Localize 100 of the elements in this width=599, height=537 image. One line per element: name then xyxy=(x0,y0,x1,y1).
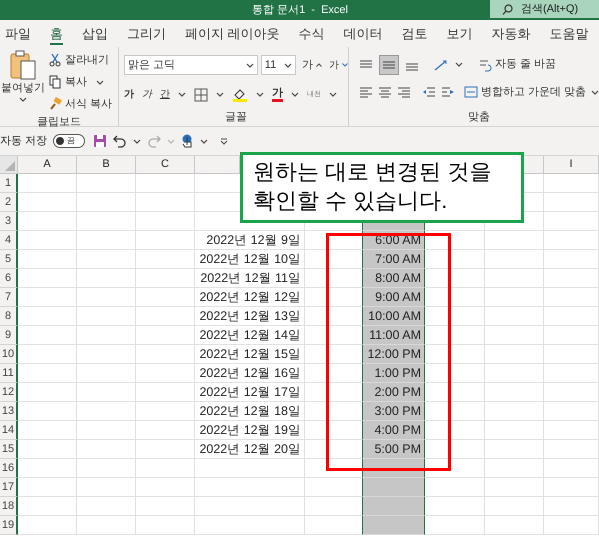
table-cell[interactable]: 2022년 12월 15일 xyxy=(195,345,305,364)
row-header[interactable]: 7 xyxy=(0,288,18,307)
italic-button[interactable]: 가 xyxy=(142,87,152,102)
wrap-text-button[interactable]: 자동 줄 바꿈 xyxy=(478,56,556,73)
window-title: 통합 문서1 - Excel xyxy=(251,2,349,18)
row-header[interactable]: 2 xyxy=(0,193,18,212)
merge-cells-icon xyxy=(464,86,478,98)
ribbon-tab[interactable]: 자동화 xyxy=(492,20,531,47)
row-header[interactable]: 14 xyxy=(0,421,18,440)
row-header[interactable]: 4 xyxy=(0,231,18,250)
ribbon-tab[interactable]: 데이터 xyxy=(344,20,383,47)
table-cell[interactable]: 10:00 AM xyxy=(363,307,425,326)
fill-color-icon xyxy=(232,87,248,102)
caret-icon[interactable] xyxy=(591,90,599,94)
caret-icon[interactable] xyxy=(133,138,142,144)
column-header[interactable] xyxy=(524,156,544,174)
caret-icon[interactable] xyxy=(216,92,224,97)
table-cell[interactable]: 1:00 PM xyxy=(363,364,425,383)
grow-font-button[interactable]: 가 xyxy=(302,56,313,74)
table-cell[interactable]: 8:00 AM xyxy=(363,269,425,288)
table-cell[interactable]: 3:00 PM xyxy=(363,402,425,421)
row-header[interactable]: 13 xyxy=(0,402,18,421)
column-header[interactable]: C xyxy=(136,156,195,174)
column-header[interactable]: I xyxy=(544,156,599,174)
table-cell[interactable]: 2022년 12월 17일 xyxy=(195,383,305,402)
column-header[interactable]: A xyxy=(18,156,77,174)
cut-button[interactable]: 잘라내기 xyxy=(49,50,112,70)
caret-icon[interactable] xyxy=(19,96,27,102)
scissors-icon xyxy=(49,53,62,67)
table-cell[interactable]: 11:00 AM xyxy=(363,326,425,345)
align-center-icon xyxy=(378,86,392,98)
table-cell[interactable]: 2022년 12월 11일 xyxy=(195,269,305,288)
row-header[interactable]: 19 xyxy=(0,516,18,535)
table-cell[interactable]: 5:00 PM xyxy=(363,440,425,459)
ribbon-tab[interactable]: 삽입 xyxy=(82,20,108,47)
caret-down-icon[interactable] xyxy=(342,63,348,67)
autosave-label: 자동 저장 xyxy=(0,134,48,149)
caret-icon[interactable] xyxy=(454,62,463,67)
ribbon-tab[interactable]: 도움말 xyxy=(550,20,589,47)
caret-icon[interactable] xyxy=(178,92,186,97)
table-cell[interactable] xyxy=(363,497,425,516)
row-header[interactable]: 18 xyxy=(0,497,18,516)
row-header[interactable]: 10 xyxy=(0,345,18,364)
table-cell[interactable]: 12:00 PM xyxy=(363,345,425,364)
font-name-field[interactable]: 맑은 고딕 xyxy=(124,55,258,75)
table-cell[interactable]: 2022년 12월 13일 xyxy=(195,307,305,326)
ribbon-tab[interactable]: 검토 xyxy=(402,20,428,47)
table-cell[interactable] xyxy=(363,516,425,535)
paste-button[interactable]: 붙여넣기 xyxy=(2,50,44,114)
search-field[interactable]: 검색(Alt+Q) xyxy=(490,0,599,18)
font-color-button[interactable]: 가 xyxy=(272,87,283,102)
ribbon-tab[interactable]: 보기 xyxy=(446,20,473,47)
align-middle-button[interactable] xyxy=(378,54,399,74)
table-cell[interactable]: 2022년 12월 20일 xyxy=(195,440,305,459)
table-cell[interactable]: 2022년 12월 16일 xyxy=(195,364,305,383)
ribbon-tab[interactable]: 홈 xyxy=(50,20,63,47)
column-header[interactable] xyxy=(195,156,240,174)
table-cell[interactable] xyxy=(363,478,425,497)
row-header[interactable]: 17 xyxy=(0,478,18,497)
ribbon-tab[interactable]: 파일 xyxy=(5,20,31,47)
underline-button[interactable]: 간 xyxy=(160,87,170,102)
merge-center-button[interactable]: 병합하고 가운데 맞춤 xyxy=(464,84,586,100)
row-header[interactable]: 9 xyxy=(0,326,18,345)
table-cell[interactable]: 9:00 AM xyxy=(363,288,425,307)
row-header[interactable]: 15 xyxy=(0,440,18,459)
caret-icon[interactable] xyxy=(256,92,264,97)
caret-icon[interactable] xyxy=(200,138,208,144)
row-header[interactable]: 11 xyxy=(0,364,18,383)
caret-icon[interactable] xyxy=(246,62,254,68)
table-cell[interactable]: 7:00 AM xyxy=(363,250,425,269)
ribbon-tab[interactable]: 그리기 xyxy=(127,20,166,47)
row-header[interactable]: 6 xyxy=(0,269,18,288)
row-header[interactable]: 8 xyxy=(0,307,18,326)
table-cell[interactable]: 2022년 12월 12일 xyxy=(195,288,305,307)
shrink-font-button[interactable]: 가 xyxy=(328,58,339,72)
ribbon-tab[interactable]: 수식 xyxy=(298,20,325,47)
caret-up-icon[interactable] xyxy=(316,63,322,67)
table-cell[interactable]: 4:00 PM xyxy=(363,421,425,440)
table-cell[interactable]: 2022년 12월 10일 xyxy=(195,250,305,269)
row-header[interactable]: 12 xyxy=(0,383,18,402)
row-header[interactable]: 3 xyxy=(0,212,18,231)
caret-icon[interactable] xyxy=(290,92,299,97)
font-size-field[interactable]: 11 xyxy=(260,55,296,75)
bold-button[interactable]: 가 xyxy=(124,87,134,102)
table-cell[interactable]: 2022년 12월 18일 xyxy=(195,402,305,421)
table-cell[interactable]: 2022년 12월 9일 xyxy=(195,231,305,250)
caret-icon[interactable] xyxy=(328,92,337,97)
table-cell[interactable]: 2022년 12월 19일 xyxy=(195,421,305,440)
caret-icon[interactable] xyxy=(284,62,292,68)
autosave-toggle[interactable]: 끔 xyxy=(53,134,86,148)
column-header[interactable]: B xyxy=(77,156,136,174)
copy-button[interactable]: 복사 xyxy=(49,72,112,92)
ribbon-tab[interactable]: 페이지 레이아웃 xyxy=(185,20,280,47)
table-cell[interactable]: 2:00 PM xyxy=(363,383,425,402)
copy-icon xyxy=(49,75,62,89)
row-header[interactable]: 1 xyxy=(0,174,18,193)
caret-icon[interactable] xyxy=(96,80,104,84)
row-header[interactable]: 5 xyxy=(0,250,18,269)
row-header[interactable]: 16 xyxy=(0,459,18,478)
table-cell[interactable]: 2022년 12월 14일 xyxy=(195,326,305,345)
